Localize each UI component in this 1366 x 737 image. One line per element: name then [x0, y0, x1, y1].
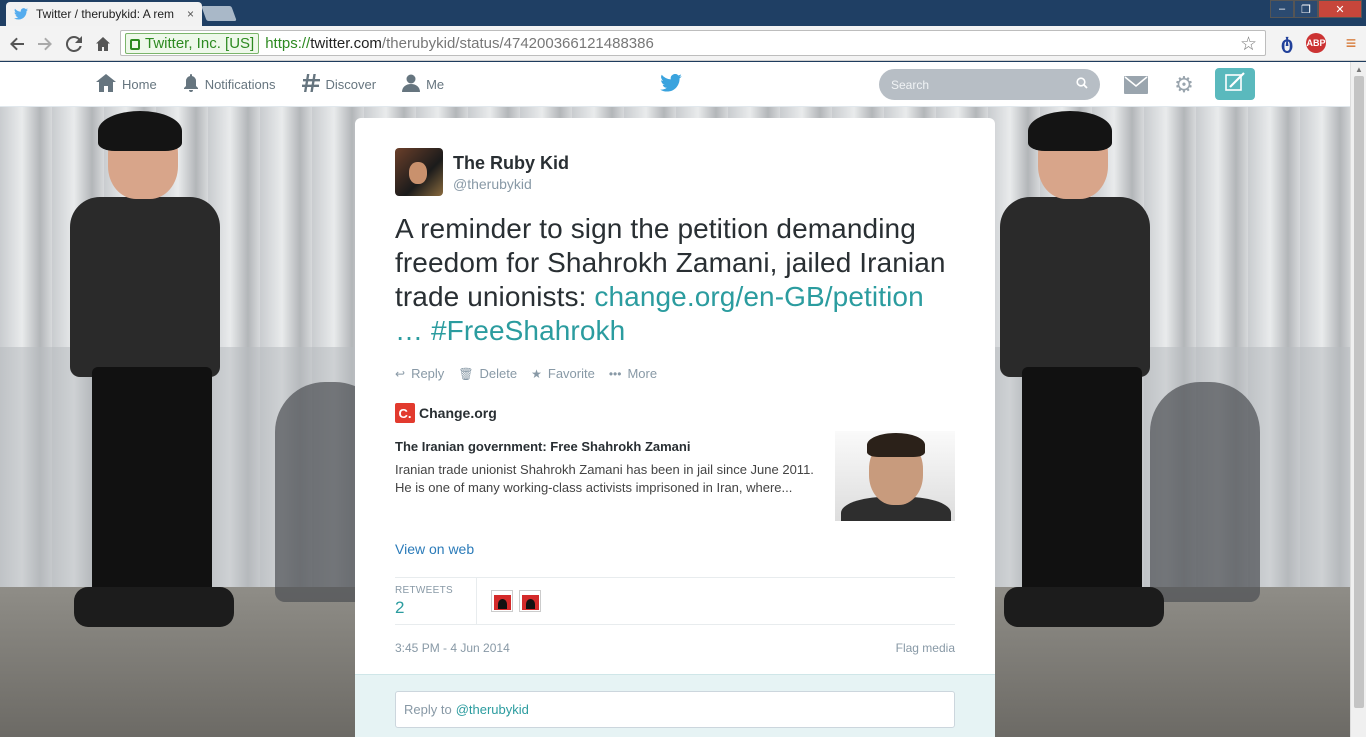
url-scheme: https:// [265, 34, 311, 52]
nav-me[interactable]: Me [402, 74, 444, 95]
reply-input[interactable]: Reply to @therubykid [395, 691, 955, 728]
trash-icon: 🗑 [458, 366, 474, 381]
summary-card-thumbnail[interactable] [835, 431, 955, 521]
ev-badge-label: Twitter, Inc. [US] [145, 34, 255, 52]
twitter-favicon-icon [14, 6, 30, 22]
adblock-plus-icon[interactable]: ABP [1306, 33, 1326, 53]
avatar[interactable] [395, 148, 443, 196]
new-tab-button[interactable] [201, 6, 237, 21]
browser-tab[interactable]: Twitter / therubykid: A rem × [6, 2, 202, 26]
compose-tweet-button[interactable] [1215, 68, 1255, 100]
tweet-actions: ↩ Reply 🗑 Delete ★ Favorite ••• More [395, 366, 955, 381]
search-input[interactable]: Search [879, 69, 1100, 100]
tab-title: Twitter / therubykid: A rem [36, 7, 175, 21]
back-arrow-icon[interactable] [6, 33, 28, 55]
author-handle[interactable]: @therubykid [453, 176, 569, 192]
nav-notifications[interactable]: Notifications [183, 74, 276, 95]
tweet-text: A reminder to sign the petition demandin… [395, 212, 955, 348]
reply-prefix: Reply to [404, 702, 452, 717]
browser-menu-icon[interactable]: ≡ [1340, 32, 1362, 54]
reply-label: Reply [411, 366, 445, 381]
retweets-label: RETWEETS [395, 585, 453, 596]
retweeter-avatars [491, 590, 547, 612]
reply-area: Reply to @therubykid [355, 674, 995, 737]
url-path: /therubykid/status/474200366121488386 [381, 34, 654, 52]
tweet-timestamp[interactable]: 3:45 PM - 4 Jun 2014 [395, 641, 510, 655]
reply-mention: @therubykid [455, 702, 529, 717]
delete-label: Delete [479, 366, 518, 381]
summary-card-description: Iranian trade unionist Shahrokh Zamani h… [395, 462, 814, 495]
browser-toolbar: Twitter, Inc. [US] https://twitter.com/t… [0, 26, 1366, 61]
reply-button[interactable]: ↩ Reply [395, 366, 444, 381]
tweet-stats: RETWEETS 2 [395, 577, 955, 625]
scroll-up-arrow-icon[interactable]: ▲ [1355, 65, 1363, 74]
tab-close-icon[interactable]: × [187, 7, 194, 21]
delete-button[interactable]: 🗑 Delete [458, 366, 517, 381]
address-bar[interactable]: Twitter, Inc. [US] https://twitter.com/t… [120, 30, 1266, 56]
page-scrollbar[interactable]: ▲ [1350, 62, 1366, 737]
tweet-permalink-card: The Ruby Kid @therubykid A reminder to s… [355, 118, 995, 737]
twitter-top-bar: Home Notifications Discover Me Search ⚙ [0, 62, 1350, 107]
search-icon[interactable] [1076, 77, 1088, 92]
summary-card-source[interactable]: C. Change.org [395, 403, 955, 423]
twitter-bird-logo-icon[interactable] [660, 73, 682, 97]
tweet-hashtag[interactable]: #FreeShahrokh [431, 315, 625, 346]
hash-icon [301, 74, 320, 95]
nav-discover[interactable]: Discover [301, 74, 377, 95]
home-icon [96, 74, 116, 95]
ev-certificate-badge[interactable]: Twitter, Inc. [US] [125, 32, 260, 54]
compose-quill-icon [1224, 71, 1246, 98]
url-text[interactable]: https://twitter.com/therubykid/status/47… [265, 35, 654, 52]
home-icon[interactable] [92, 33, 114, 55]
bookmark-star-icon[interactable]: ☆ [1240, 33, 1257, 56]
more-button[interactable]: ••• More [609, 366, 657, 381]
scrollbar-thumb[interactable] [1354, 76, 1364, 708]
twitter-nav: Home Notifications Discover Me [96, 62, 470, 107]
direct-messages-envelope-icon[interactable] [1123, 73, 1149, 97]
author-fullname[interactable]: The Ruby Kid [453, 153, 569, 174]
summary-card[interactable]: The Iranian government: Free Shahrokh Za… [395, 431, 955, 529]
search-placeholder: Search [891, 77, 930, 92]
nav-me-label: Me [426, 77, 445, 92]
reload-icon[interactable] [63, 33, 85, 55]
browser-tab-strip: Twitter / therubykid: A rem × – ❐ ✕ [0, 0, 1366, 26]
bell-icon [183, 74, 199, 95]
avatar[interactable] [491, 590, 513, 612]
flag-media-link[interactable]: Flag media [896, 641, 955, 655]
lock-icon [130, 38, 140, 50]
window-minimize-button[interactable]: – [1270, 0, 1294, 18]
tweet-meta: 3:45 PM - 4 Jun 2014 Flag media [395, 641, 955, 655]
nav-home[interactable]: Home [96, 74, 157, 95]
retweets-stat[interactable]: RETWEETS 2 [395, 578, 477, 624]
view-on-web-link[interactable]: View on web [395, 541, 955, 557]
window-maximize-button[interactable]: ❐ [1294, 0, 1318, 18]
reply-arrow-icon: ↩ [395, 366, 406, 381]
summary-card-source-name: Change.org [419, 405, 497, 421]
favorite-button[interactable]: ★ Favorite [531, 366, 595, 381]
retweets-count[interactable]: 2 [395, 598, 476, 618]
nav-notifications-label: Notifications [204, 77, 276, 92]
star-icon: ★ [531, 366, 542, 381]
nav-discover-label: Discover [325, 77, 377, 92]
nav-home-label: Home [122, 77, 157, 92]
url-host: twitter.com [310, 34, 382, 52]
settings-gear-icon[interactable]: ⚙ [1171, 72, 1197, 97]
more-label: More [627, 366, 658, 381]
window-close-button[interactable]: ✕ [1318, 0, 1362, 18]
person-icon [402, 74, 421, 95]
tweet-author[interactable]: The Ruby Kid @therubykid [395, 148, 955, 196]
forward-arrow-icon[interactable] [34, 33, 56, 55]
ellipsis-icon: ••• [608, 366, 622, 381]
summary-card-title[interactable]: The Iranian government: Free Shahrokh Za… [395, 439, 815, 454]
buffer-extension-icon[interactable]: ტ [1276, 32, 1298, 54]
change-org-logo-icon: C. [395, 403, 415, 423]
background-shadow-right [1150, 382, 1260, 602]
favorite-label: Favorite [547, 366, 595, 381]
avatar[interactable] [519, 590, 541, 612]
